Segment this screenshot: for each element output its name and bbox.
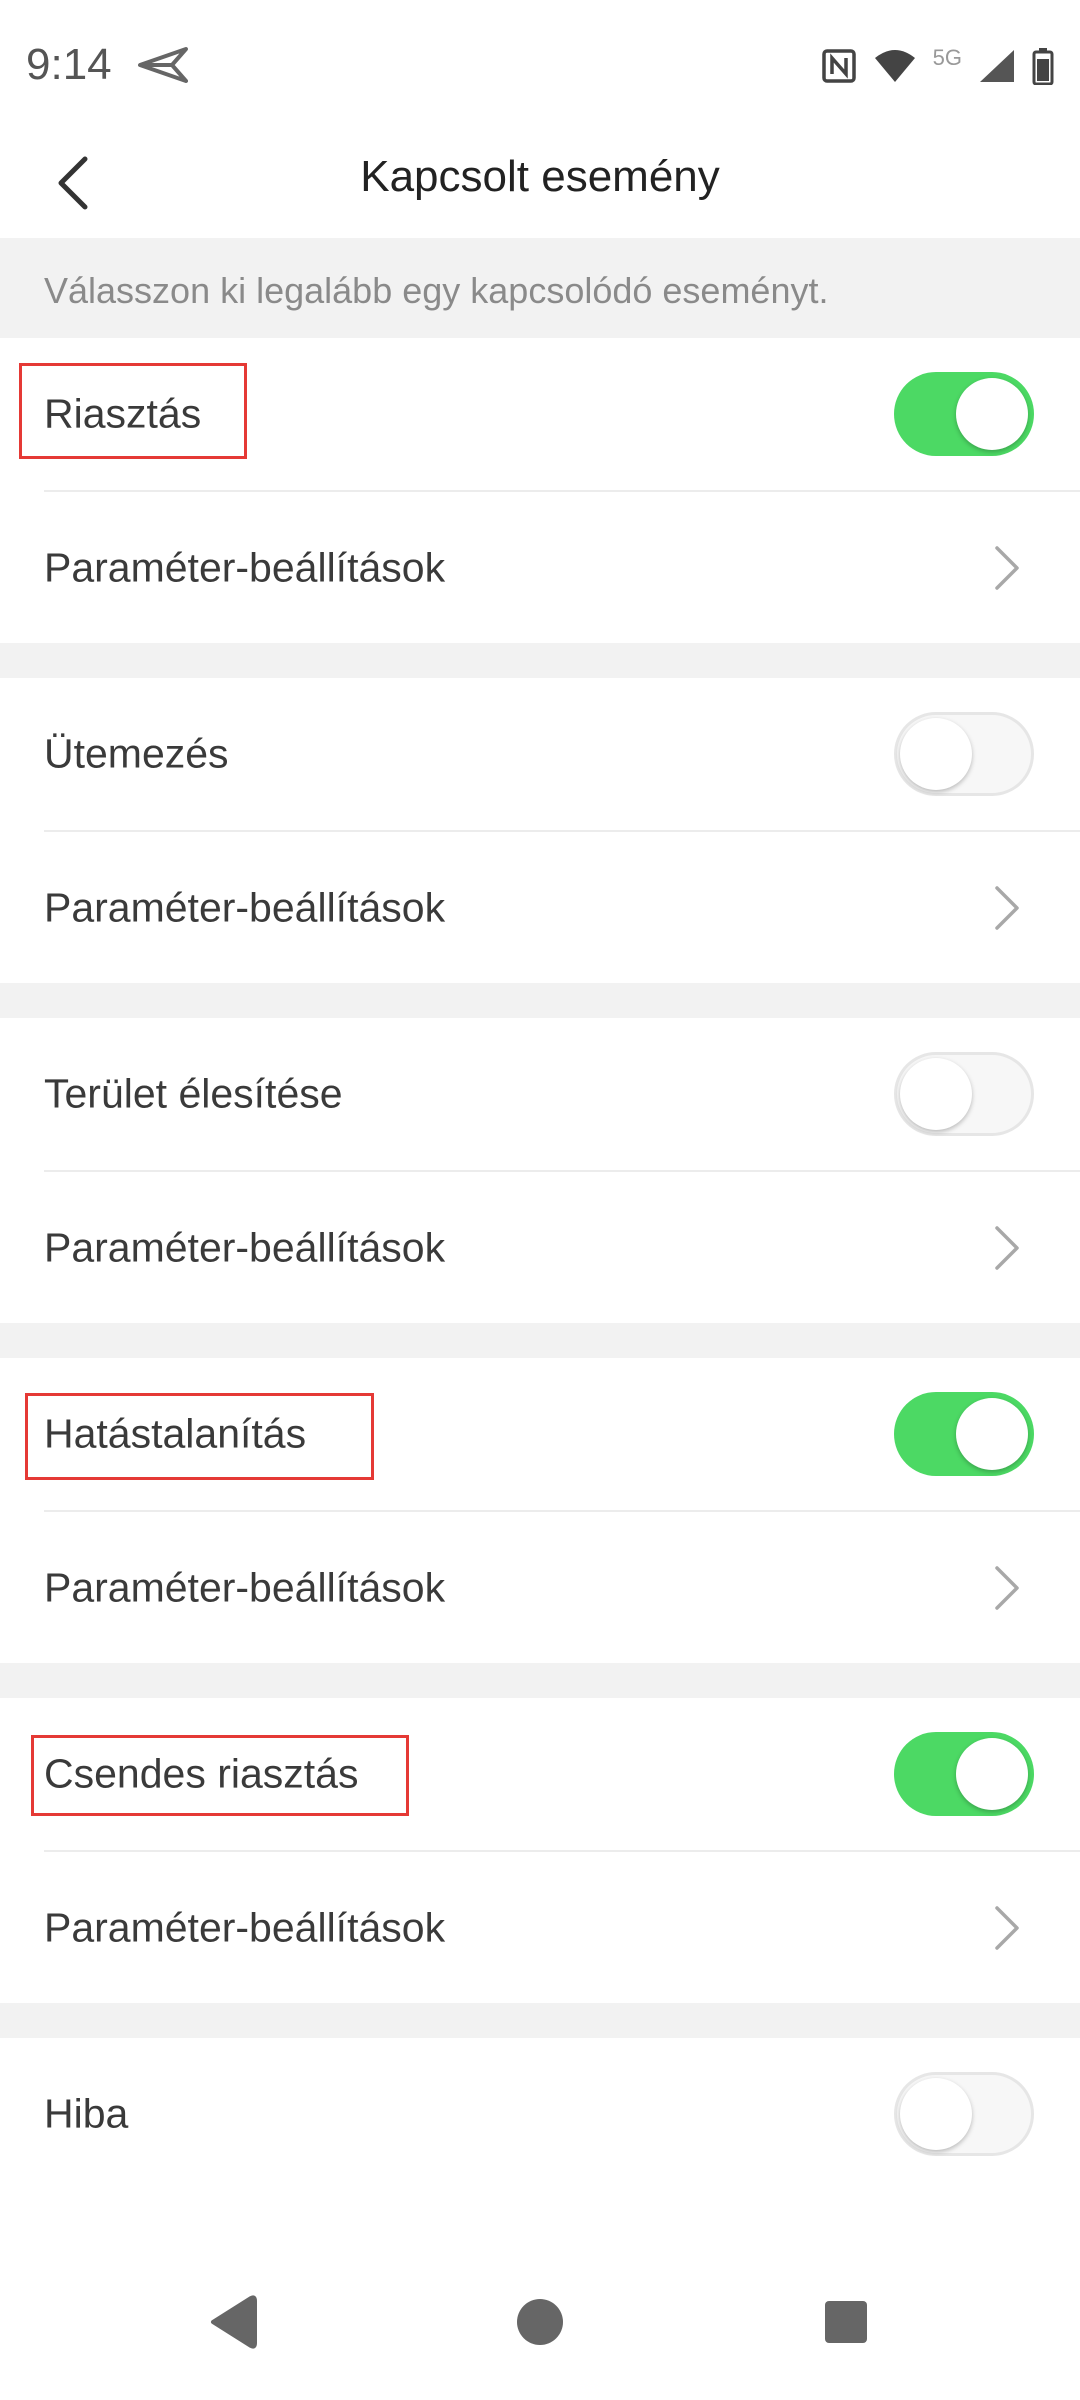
nav-home-button[interactable] xyxy=(504,2286,576,2358)
nfc-icon xyxy=(821,49,856,83)
event-toggle[interactable] xyxy=(894,372,1034,456)
event-section-hiba: Hiba xyxy=(0,2038,1080,2218)
hint-text: Válasszon ki legalább egy kapcsolódó ese… xyxy=(44,270,829,311)
toggle-knob xyxy=(900,718,972,790)
circle-home-icon xyxy=(517,2299,563,2345)
chevron-right-icon xyxy=(995,1566,1019,1610)
toggle-knob xyxy=(900,1058,972,1130)
event-row: Csendes riasztás xyxy=(0,1698,1080,1850)
highlight-box xyxy=(19,363,247,459)
battery-icon xyxy=(1032,48,1054,85)
event-section-utemezes: Ütemezés Paraméter-beállítások xyxy=(0,678,1080,983)
event-row: Ütemezés xyxy=(0,678,1080,830)
param-settings-row[interactable]: Paraméter-beállítások xyxy=(0,1852,1080,2004)
nav-recents-button[interactable] xyxy=(810,2286,882,2358)
event-label: Terület élesítése xyxy=(44,1070,343,1117)
status-time: 9:14 xyxy=(26,40,112,89)
wifi-icon xyxy=(874,50,915,82)
chevron-right-icon xyxy=(995,1226,1019,1270)
send-icon xyxy=(138,47,188,83)
event-section-riasztas: Riasztás Paraméter-beállítások xyxy=(0,338,1080,643)
chevron-right-icon xyxy=(995,1906,1019,1950)
event-toggle[interactable] xyxy=(894,1732,1034,1816)
network-type-label: 5G xyxy=(932,45,962,70)
event-row: Hiba xyxy=(0,2038,1080,2190)
event-toggle[interactable] xyxy=(894,2072,1034,2156)
system-nav-bar xyxy=(0,2250,1080,2400)
status-bar: 9:14 5G xyxy=(0,0,1080,130)
toggle-knob xyxy=(956,1398,1028,1470)
param-settings-row[interactable]: Paraméter-beállítások xyxy=(0,1512,1080,1664)
param-settings-row[interactable]: Paraméter-beállítások xyxy=(0,832,1080,984)
param-settings-label: Paraméter-beállítások xyxy=(44,1564,446,1611)
status-icons: 5G xyxy=(821,44,1054,88)
section-gap xyxy=(0,643,1080,678)
toggle-knob xyxy=(900,2078,972,2150)
hint-bar: Válasszon ki legalább egy kapcsolódó ese… xyxy=(0,238,1080,338)
chevron-right-icon xyxy=(995,886,1019,930)
section-gap xyxy=(0,2003,1080,2038)
event-toggle[interactable] xyxy=(894,712,1034,796)
event-row: Riasztás xyxy=(0,338,1080,490)
param-settings-label: Paraméter-beállítások xyxy=(44,884,446,931)
event-section-terulet-elesitese: Terület élesítése Paraméter-beállítások xyxy=(0,1018,1080,1323)
event-section-csendes-riasztas: Csendes riasztás Paraméter-beállítások xyxy=(0,1698,1080,2003)
event-section-hatastalanitas: Hatástalanítás Paraméter-beállítások xyxy=(0,1358,1080,1663)
event-toggle[interactable] xyxy=(894,1392,1034,1476)
highlight-box xyxy=(25,1393,374,1480)
event-row: Terület élesítése xyxy=(0,1018,1080,1170)
nav-back-button[interactable] xyxy=(196,2286,268,2358)
toggle-knob xyxy=(956,1738,1028,1810)
event-toggle[interactable] xyxy=(894,1052,1034,1136)
page-title: Kapcsolt esemény xyxy=(360,152,720,201)
app-header: Kapcsolt esemény xyxy=(0,130,1080,238)
event-label: Ütemezés xyxy=(44,730,229,777)
triangle-back-icon xyxy=(211,2295,257,2349)
chevron-right-icon xyxy=(995,546,1019,590)
section-gap xyxy=(0,983,1080,1018)
toggle-knob xyxy=(956,378,1028,450)
param-settings-row[interactable]: Paraméter-beállítások xyxy=(0,492,1080,644)
section-gap xyxy=(0,1663,1080,1698)
param-settings-label: Paraméter-beállítások xyxy=(44,544,446,591)
param-settings-label: Paraméter-beállítások xyxy=(44,1904,446,1951)
section-gap xyxy=(0,1323,1080,1358)
signal-icon xyxy=(980,50,1014,82)
event-row: Hatástalanítás xyxy=(0,1358,1080,1510)
param-settings-label: Paraméter-beállítások xyxy=(44,1224,446,1271)
square-recents-icon xyxy=(825,2301,867,2343)
highlight-box xyxy=(31,1735,409,1816)
event-label: Hiba xyxy=(44,2090,129,2137)
param-settings-row[interactable]: Paraméter-beállítások xyxy=(0,1172,1080,1324)
